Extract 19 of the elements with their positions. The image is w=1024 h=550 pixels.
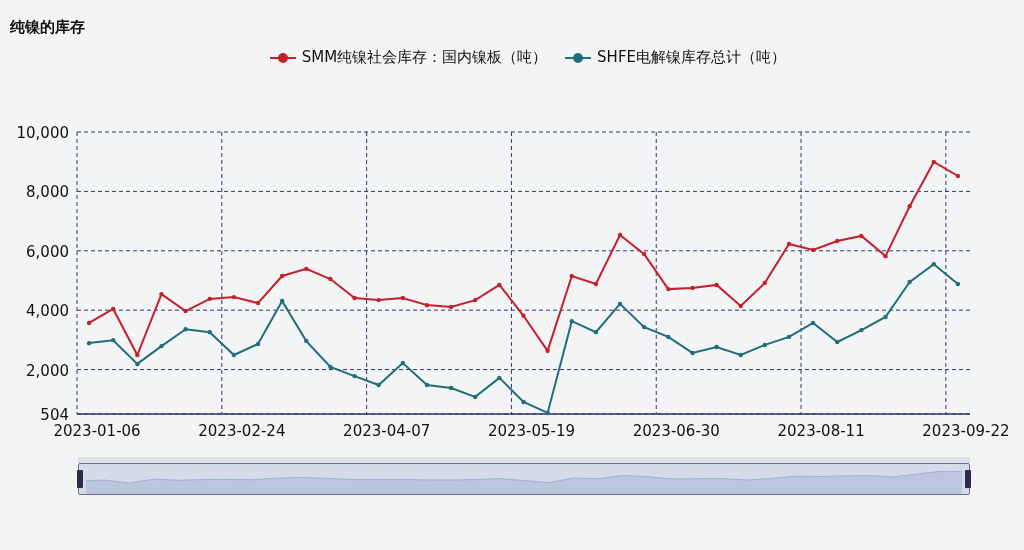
x-axis-label: 2023-05-19 <box>487 422 576 440</box>
x-axis-label: 2023-01-06 <box>53 422 141 440</box>
x-axis-label: 2023-02-24 <box>198 422 286 440</box>
y-axis-label: 8,000 <box>26 183 69 202</box>
legend-item[interactable]: SMM纯镍社会库存：国内镍板（吨） <box>269 48 548 67</box>
x-axis-label: 2023-09-22 <box>922 422 1010 440</box>
x-axis-label: 2023-06-30 <box>632 422 720 440</box>
y-axis-label: 2,000 <box>26 361 69 380</box>
slider-selection[interactable] <box>78 463 970 495</box>
x-axis-label: 2023-08-11 <box>777 422 865 440</box>
slider-handle[interactable] <box>965 470 971 488</box>
legend-item[interactable]: SHFE电解镍库存总计（吨） <box>565 48 786 67</box>
y-axis-label: 4,000 <box>26 302 69 321</box>
x-axis-label: 2023-04-07 <box>343 422 431 440</box>
y-axis-label: 504 <box>40 406 69 424</box>
y-axis-label: 10,000 <box>16 124 69 142</box>
y-axis-label: 6,000 <box>26 242 69 261</box>
slider-handle[interactable] <box>77 470 83 488</box>
chart-title: 纯镍的库存 <box>9 17 86 38</box>
